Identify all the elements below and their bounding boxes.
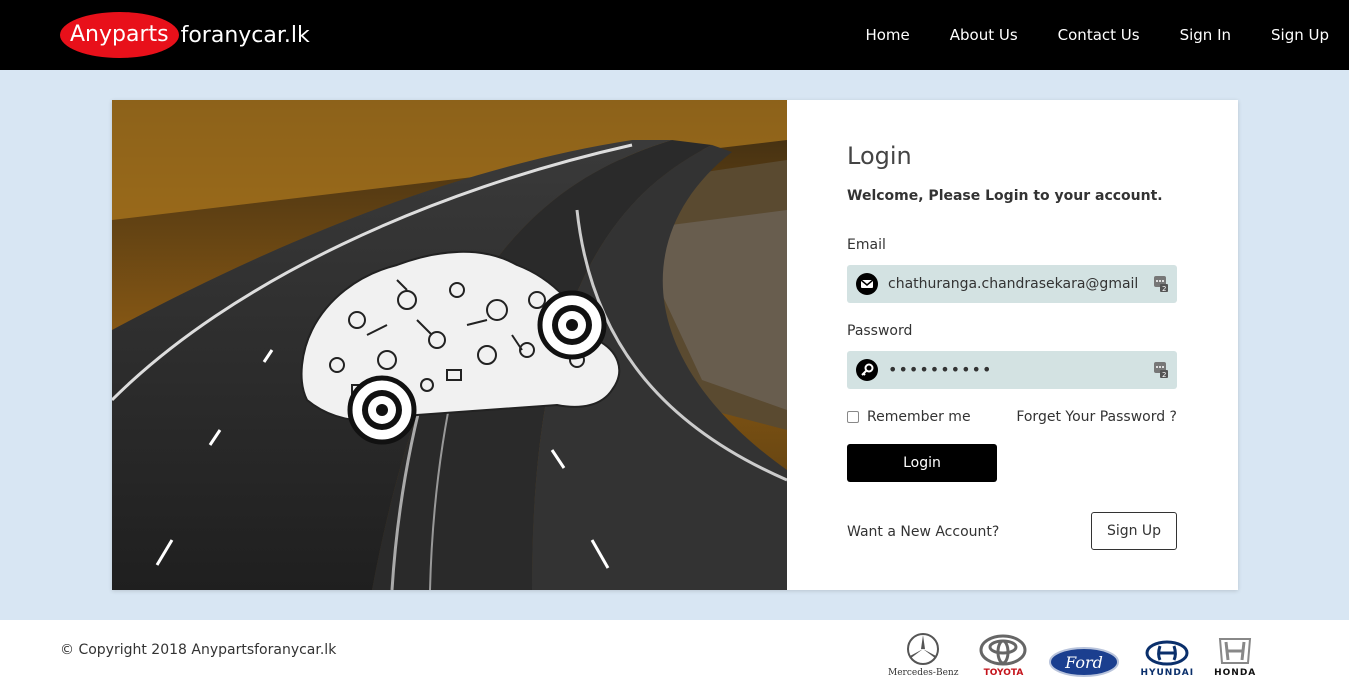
- key-icon: [856, 359, 878, 381]
- mercedes-name: Mercedes-Benz: [888, 668, 959, 678]
- nav-sign-up[interactable]: Sign Up: [1271, 26, 1329, 44]
- svg-text:2: 2: [1162, 371, 1166, 379]
- ford-logo: Ford: [1048, 646, 1120, 678]
- toyota-logo: TOYOTA: [978, 634, 1028, 678]
- footer: © Copyright 2018 Anypartsforanycar.lk Me…: [0, 620, 1349, 680]
- toyota-name: TOYOTA: [983, 668, 1024, 678]
- email-label: Email: [847, 237, 886, 253]
- hyundai-name: HYUNDAI: [1140, 668, 1195, 678]
- password-value: ••••••••••: [888, 360, 993, 379]
- nav-home[interactable]: Home: [865, 26, 909, 44]
- nav-links: Home About Us Contact Us Sign In Sign Up: [825, 0, 1329, 70]
- copyright-text: © Copyright 2018 Anypartsforanycar.lk: [60, 642, 337, 658]
- hero-road-image: [112, 100, 787, 590]
- brand-logo[interactable]: Anyparts foranycar.lk: [60, 12, 310, 58]
- nav-sign-in[interactable]: Sign In: [1180, 26, 1231, 44]
- brand-logos: Mercedes-Benz TOYOTA Ford HYUNDAI HONDA: [888, 626, 1276, 678]
- remember-me: Remember me: [847, 409, 971, 425]
- mercedes-logo: Mercedes-Benz: [888, 632, 958, 678]
- email-field[interactable]: chathuranga.chandrasekara@gmail 2: [847, 265, 1177, 303]
- honda-name: HONDA: [1214, 668, 1257, 678]
- brand-rest: foranycar.lk: [180, 22, 310, 48]
- autofill-icon[interactable]: 2: [1153, 275, 1169, 293]
- top-navbar: Anyparts foranycar.lk Home About Us Cont…: [0, 0, 1349, 70]
- forgot-password-link[interactable]: Forget Your Password ?: [1016, 409, 1177, 425]
- ford-name: Ford: [1065, 653, 1104, 672]
- brand-highlight: Anyparts: [60, 12, 179, 58]
- autofill-icon[interactable]: 2: [1153, 361, 1169, 379]
- login-title: Login: [847, 142, 912, 170]
- email-value: chathuranga.chandrasekara@gmail: [888, 276, 1139, 292]
- nav-contact-us[interactable]: Contact Us: [1058, 26, 1140, 44]
- login-form: Login Welcome, Please Login to your acco…: [847, 100, 1177, 590]
- password-label: Password: [847, 323, 913, 339]
- svg-text:2: 2: [1162, 285, 1166, 293]
- login-card: Login Welcome, Please Login to your acco…: [112, 100, 1238, 590]
- remember-checkbox[interactable]: [847, 411, 859, 423]
- signup-button[interactable]: Sign Up: [1091, 512, 1177, 550]
- password-field[interactable]: •••••••••• 2: [847, 351, 1177, 389]
- new-account-text: Want a New Account?: [847, 524, 1000, 540]
- remember-label[interactable]: Remember me: [867, 409, 971, 425]
- road-car-illustration: [112, 100, 787, 590]
- envelope-icon: [856, 273, 878, 295]
- honda-logo: HONDA: [1214, 636, 1256, 678]
- hyundai-logo: HYUNDAI: [1140, 640, 1194, 678]
- login-button[interactable]: Login: [847, 444, 997, 482]
- welcome-text: Welcome, Please Login to your account.: [847, 188, 1163, 204]
- nav-about-us[interactable]: About Us: [950, 26, 1018, 44]
